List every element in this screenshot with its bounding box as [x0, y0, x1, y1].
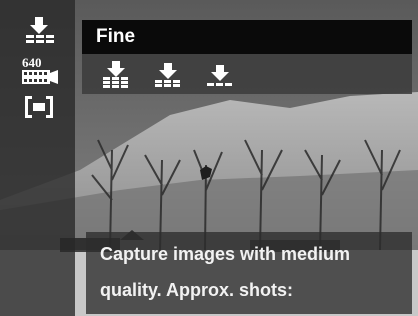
video-size-640-icon[interactable]: 640 — [20, 55, 60, 85]
quality-fine-icon[interactable] — [100, 59, 132, 89]
quality-options-bar — [82, 54, 412, 94]
help-description: Capture images with medium quality. Appr… — [86, 232, 412, 314]
selected-quality-title: Fine — [96, 26, 136, 47]
video-size-label: 640 — [22, 55, 42, 70]
description-line-2: quality. Approx. shots: — [100, 280, 294, 300]
description-line-1: Capture images with medium — [100, 244, 351, 264]
settings-sidebar: 640 — [0, 0, 75, 316]
quality-menu-header: Fine — [82, 20, 412, 54]
metering-icon[interactable] — [22, 92, 56, 122]
quality-normal-icon[interactable] — [152, 59, 184, 89]
image-quality-icon[interactable] — [22, 14, 56, 44]
quality-economy-icon[interactable] — [204, 59, 236, 89]
